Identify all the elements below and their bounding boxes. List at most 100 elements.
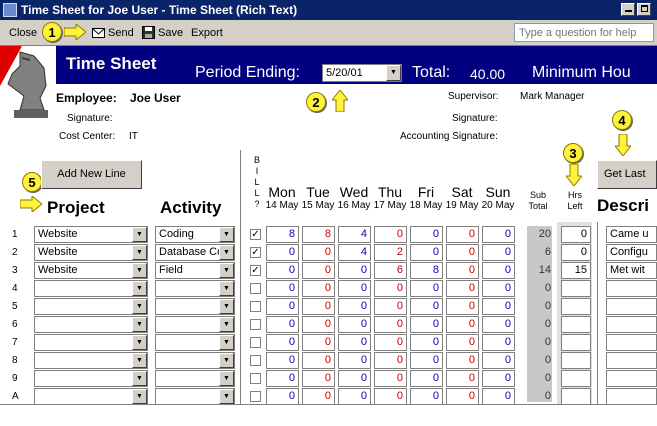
hrs-left-cell[interactable]: 15 [561,262,591,279]
hrs-left-cell[interactable]: 0 [561,226,591,243]
chevron-down-icon[interactable]: ▼ [219,299,234,314]
description-cell[interactable] [606,370,657,387]
chevron-down-icon[interactable]: ▼ [132,227,147,242]
hrs-left-cell[interactable] [561,298,591,315]
hours-cell[interactable]: 0 [302,244,335,261]
description-cell[interactable] [606,352,657,369]
hours-cell[interactable]: 0 [446,262,479,279]
project-select[interactable]: ▼ [34,388,148,405]
chevron-down-icon[interactable]: ▼ [219,263,234,278]
project-select[interactable]: Website ▼ [34,226,148,243]
hours-cell[interactable]: 0 [446,334,479,351]
description-cell[interactable]: Configu [606,244,657,261]
chevron-down-icon[interactable]: ▼ [132,371,147,386]
bill-checkbox[interactable] [250,319,261,330]
hours-cell[interactable]: 6 [374,262,407,279]
hours-cell[interactable]: 0 [266,352,299,369]
activity-select[interactable]: ▼ [155,280,235,297]
chevron-down-icon[interactable]: ▼ [219,335,234,350]
hours-cell[interactable]: 0 [374,280,407,297]
chevron-down-icon[interactable]: ▼ [219,371,234,386]
chevron-down-icon[interactable]: ▼ [132,245,147,260]
export-button[interactable]: Export [191,27,223,39]
chevron-down-icon[interactable]: ▼ [132,317,147,332]
chevron-down-icon[interactable]: ▼ [132,263,147,278]
hours-cell[interactable]: 0 [266,262,299,279]
hours-cell[interactable]: 0 [302,280,335,297]
hours-cell[interactable]: 0 [338,352,371,369]
maximize-button[interactable] [637,3,651,16]
bill-checkbox[interactable] [250,391,261,402]
hours-cell[interactable]: 0 [410,316,443,333]
hours-cell[interactable]: 0 [482,370,515,387]
hours-cell[interactable]: 0 [374,388,407,405]
hours-cell[interactable]: 8 [410,262,443,279]
help-search-input[interactable] [514,23,654,42]
hours-cell[interactable]: 0 [302,370,335,387]
send-button[interactable]: Send [108,27,134,39]
minimize-button[interactable] [621,3,635,16]
hours-cell[interactable]: 0 [482,262,515,279]
project-select[interactable]: Website ▼ [34,244,148,261]
description-cell[interactable] [606,280,657,297]
bill-checkbox[interactable] [250,355,261,366]
hours-cell[interactable]: 0 [302,334,335,351]
activity-select[interactable]: Field ▼ [155,262,235,279]
hours-cell[interactable]: 0 [446,316,479,333]
hours-cell[interactable]: 0 [410,370,443,387]
hours-cell[interactable]: 0 [266,370,299,387]
project-select[interactable]: ▼ [34,352,148,369]
hours-cell[interactable]: 0 [338,262,371,279]
hours-cell[interactable]: 0 [410,352,443,369]
description-cell[interactable] [606,334,657,351]
hrs-left-cell[interactable] [561,388,591,405]
chevron-down-icon[interactable]: ▼ [219,245,234,260]
hrs-left-cell[interactable] [561,334,591,351]
hours-cell[interactable]: 0 [374,226,407,243]
bill-checkbox[interactable] [250,373,261,384]
project-select[interactable]: ▼ [34,280,148,297]
hours-cell[interactable]: 0 [266,316,299,333]
chevron-down-icon[interactable]: ▼ [132,353,147,368]
hours-cell[interactable]: 0 [302,262,335,279]
hours-cell[interactable]: 0 [302,352,335,369]
hours-cell[interactable]: 0 [302,316,335,333]
activity-select[interactable]: ▼ [155,334,235,351]
hours-cell[interactable]: 0 [374,352,407,369]
description-cell[interactable] [606,388,657,405]
description-cell[interactable]: Came u [606,226,657,243]
hours-cell[interactable]: 0 [338,370,371,387]
hours-cell[interactable]: 0 [266,244,299,261]
add-new-line-button[interactable]: Add New Line [41,160,142,189]
hours-cell[interactable]: 0 [410,334,443,351]
period-ending-select[interactable]: 5/20/01 ▼ [322,64,402,82]
hours-cell[interactable]: 0 [482,226,515,243]
hours-cell[interactable]: 0 [410,280,443,297]
hours-cell[interactable]: 0 [338,334,371,351]
description-cell[interactable] [606,298,657,315]
hours-cell[interactable]: 0 [338,298,371,315]
hours-cell[interactable]: 4 [338,244,371,261]
hrs-left-cell[interactable] [561,352,591,369]
chevron-down-icon[interactable]: ▼ [132,299,147,314]
hours-cell[interactable]: 0 [374,334,407,351]
activity-select[interactable]: Coding ▼ [155,226,235,243]
hours-cell[interactable]: 0 [302,298,335,315]
hours-cell[interactable]: 0 [266,298,299,315]
project-select[interactable]: ▼ [34,334,148,351]
hours-cell[interactable]: 8 [302,226,335,243]
bill-checkbox[interactable]: ✓ [250,229,261,240]
hours-cell[interactable]: 0 [446,388,479,405]
hours-cell[interactable]: 0 [482,388,515,405]
hours-cell[interactable]: 0 [374,298,407,315]
hours-cell[interactable]: 0 [266,280,299,297]
description-cell[interactable]: Met wit [606,262,657,279]
project-select[interactable]: Website ▼ [34,262,148,279]
save-button[interactable]: Save [158,27,183,39]
hours-cell[interactable]: 0 [410,226,443,243]
hours-cell[interactable]: 0 [482,244,515,261]
hrs-left-cell[interactable]: 0 [561,244,591,261]
hours-cell[interactable]: 0 [410,244,443,261]
chevron-down-icon[interactable]: ▼ [219,281,234,296]
hours-cell[interactable]: 0 [482,352,515,369]
